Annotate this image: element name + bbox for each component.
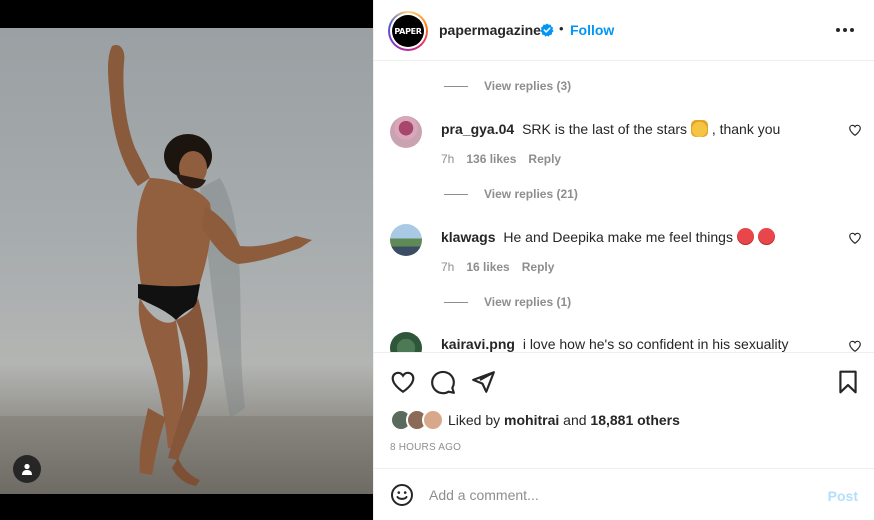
comment-time: 7h — [441, 260, 455, 274]
comment-text: kairavi.png i love how he's so confident… — [441, 336, 789, 352]
commenter-username[interactable]: kairavi.png — [441, 336, 515, 352]
verified-badge-icon — [540, 23, 554, 37]
replies-line-divider — [444, 193, 468, 195]
reply-button[interactable]: Reply — [528, 152, 561, 166]
view-replies-button[interactable]: View replies (21) — [444, 187, 578, 201]
share-icon[interactable] — [470, 369, 496, 395]
comment-body: He and Deepika make me feel things — [503, 229, 733, 245]
bookmark-icon[interactable] — [835, 369, 861, 395]
comment-likes[interactable]: 136 likes — [466, 152, 516, 166]
post-comment-button[interactable]: Post — [828, 488, 858, 504]
comment-body-suffix: , thank you — [711, 121, 781, 137]
pouting-face-emoji-icon — [757, 228, 775, 245]
heart-icon[interactable] — [390, 369, 416, 395]
liked-by-text: Liked by mohitrai and 18,881 others — [448, 412, 680, 428]
comment-likes[interactable]: 16 likes — [466, 260, 509, 274]
header-separator: • — [559, 21, 564, 36]
heart-icon[interactable] — [848, 123, 862, 137]
replies-line-divider — [444, 301, 468, 303]
liked-by-row: Liked by mohitrai and 18,881 others — [390, 409, 680, 431]
reply-button[interactable]: Reply — [522, 260, 555, 274]
commenter-username[interactable]: pra_gya.04 — [441, 121, 514, 137]
post-media[interactable] — [0, 0, 373, 520]
more-options-icon[interactable] — [833, 22, 857, 38]
liked-by-user[interactable]: mohitrai — [504, 412, 559, 428]
raising-hands-emoji-icon — [690, 120, 708, 137]
comment-icon[interactable] — [430, 369, 456, 395]
comment-input[interactable] — [429, 483, 809, 507]
view-replies-label: View replies (3) — [484, 79, 572, 93]
follow-button[interactable]: Follow — [570, 22, 614, 38]
avatar — [422, 409, 444, 431]
view-replies-label: View replies (21) — [484, 187, 578, 201]
heart-icon[interactable] — [848, 231, 862, 245]
post-photo[interactable] — [0, 28, 373, 494]
author-avatar[interactable]: PAPER — [388, 11, 428, 51]
view-replies-label: View replies (1) — [484, 295, 572, 309]
replies-line-divider — [444, 85, 468, 87]
post-actions: Liked by mohitrai and 18,881 others 8 HO… — [374, 352, 874, 468]
post-timestamp[interactable]: 8 HOURS AGO — [390, 442, 461, 453]
post-header: PAPER papermagazine • Follow — [374, 0, 874, 61]
liked-by-others[interactable]: 18,881 others — [590, 412, 680, 428]
comment-text: pra_gya.04 SRK is the last of the stars … — [441, 120, 780, 137]
commenter-avatar[interactable] — [390, 116, 422, 148]
commenter-username[interactable]: klawags — [441, 229, 495, 245]
commenter-avatar[interactable] — [390, 224, 422, 256]
comment-body: SRK is the last of the stars — [522, 121, 688, 137]
view-replies-button[interactable]: View replies (1) — [444, 295, 571, 309]
comment-text: klawags He and Deepika make me feel thin… — [441, 228, 775, 245]
comment-meta: 7h 136 likes Reply — [441, 152, 561, 166]
liked-by-avatars[interactable] — [390, 409, 448, 431]
user-silhouette-glyph — [22, 463, 32, 475]
view-replies-button[interactable]: View replies (3) — [444, 79, 571, 93]
pouting-face-emoji-icon — [736, 228, 754, 245]
author-avatar-logo: PAPER — [392, 15, 424, 47]
comment-body: i love how he's so confident in his sexu… — [522, 336, 789, 352]
user-tag-icon[interactable] — [13, 455, 41, 483]
add-comment-bar: Post — [374, 468, 874, 520]
heart-icon[interactable] — [848, 339, 862, 352]
photo-figure-illustration — [108, 44, 312, 486]
author-username[interactable]: papermagazine — [439, 22, 541, 38]
comment-time: 7h — [441, 152, 455, 166]
comments-list[interactable]: View replies (3) pra_gya.04 SRK is the l… — [374, 62, 874, 352]
emoji-icon[interactable] — [390, 483, 414, 507]
post-sidebar: PAPER papermagazine • Follow View replie… — [373, 0, 874, 520]
commenter-avatar[interactable] — [390, 332, 422, 352]
comment-meta: 7h 16 likes Reply — [441, 260, 554, 274]
